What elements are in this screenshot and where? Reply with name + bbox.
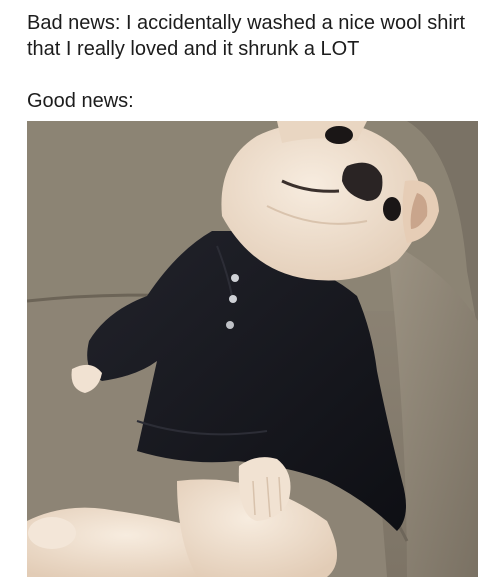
dog-photo-illustration <box>27 121 478 577</box>
dog-eye-left <box>325 126 353 144</box>
dog-hind-paw <box>28 517 76 549</box>
dog-photo <box>27 121 478 577</box>
dog-eye-right <box>383 197 401 221</box>
shirt-button-3 <box>226 321 234 329</box>
bad-news-caption: Bad news: I accidentally washed a nice w… <box>27 12 466 60</box>
shirt-button-1 <box>231 274 239 282</box>
shirt-button-2 <box>229 295 237 303</box>
good-news-caption: Good news: <box>27 90 134 112</box>
